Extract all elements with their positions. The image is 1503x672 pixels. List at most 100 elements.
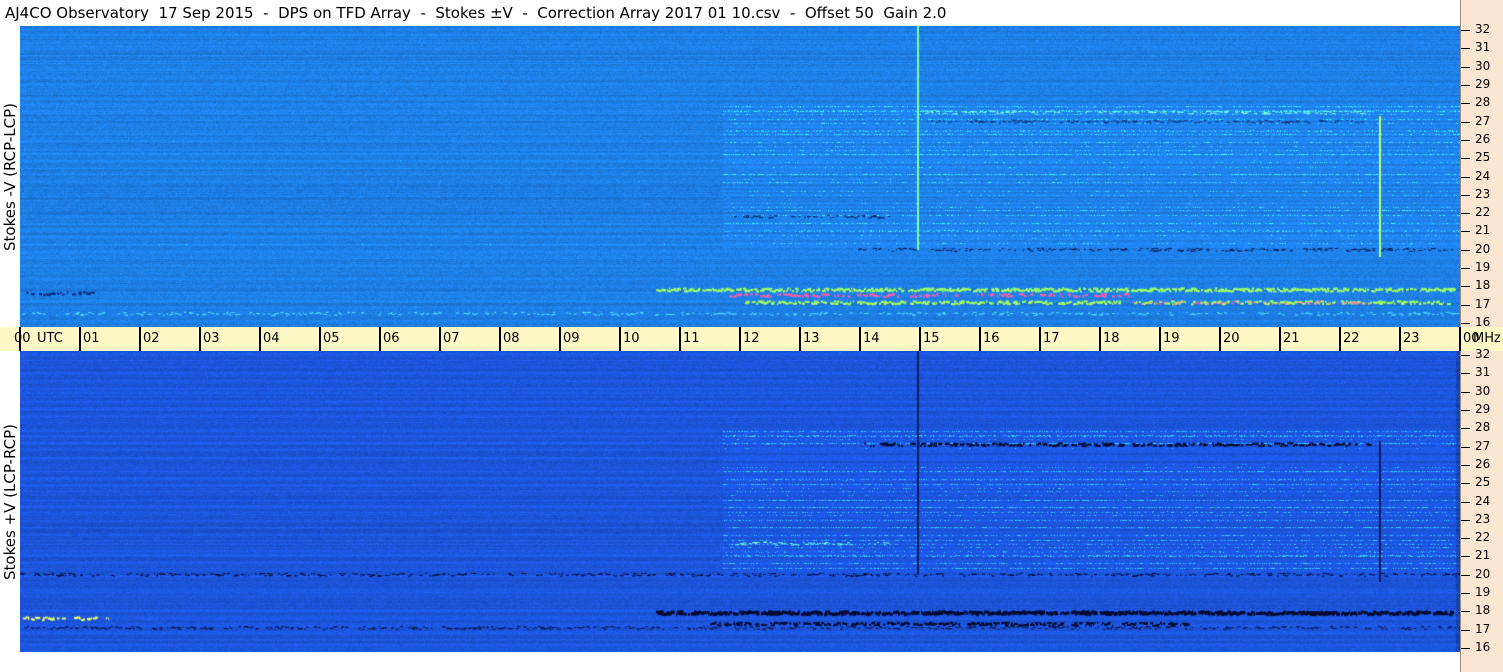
freq-tick-label: 27 bbox=[1475, 113, 1491, 128]
time-tick-mark bbox=[1399, 327, 1401, 351]
time-unit-label: UTC bbox=[37, 331, 63, 346]
ylabel-bottom: Stokes +V (LCP-RCP) bbox=[1, 423, 19, 580]
time-axis: 00 01 02 03 04 05 06 07 08 09 10 11 12 13 14 15 16 17 18 19… bbox=[0, 327, 1503, 351]
freq-tick-mark bbox=[1461, 373, 1470, 375]
time-tick-label: 17 bbox=[1043, 331, 1060, 346]
spectrogram-top bbox=[20, 26, 1460, 327]
freq-tick-label: 18 bbox=[1475, 603, 1491, 618]
time-tick-label: 20 bbox=[1223, 331, 1240, 346]
freq-tick-mark bbox=[1461, 483, 1470, 485]
freq-tick-mark bbox=[1461, 574, 1470, 576]
spectrogram-bottom-canvas bbox=[20, 351, 1460, 652]
time-tick-mark bbox=[559, 327, 561, 351]
time-tick-label: 18 bbox=[1103, 331, 1120, 346]
freq-tick-mark bbox=[1461, 355, 1470, 356]
freq-tick-label: 17 bbox=[1475, 621, 1491, 636]
freq-tick-label: 28 bbox=[1475, 420, 1491, 435]
time-tick-mark bbox=[799, 327, 801, 351]
time-tick-label: 03 bbox=[203, 331, 220, 346]
time-tick-mark bbox=[1279, 327, 1281, 351]
time-tick-mark bbox=[79, 327, 81, 351]
freq-tick-mark bbox=[1461, 286, 1470, 288]
freq-tick-label: 31 bbox=[1475, 365, 1491, 380]
freq-tick-mark bbox=[1461, 213, 1470, 215]
freq-tick-label: 26 bbox=[1475, 131, 1491, 146]
time-tick-mark bbox=[979, 327, 981, 351]
freq-tick-mark bbox=[1461, 611, 1470, 613]
time-tick-label: 22 bbox=[1343, 331, 1360, 346]
freq-tick-label: 32 bbox=[1475, 22, 1491, 36]
spectrogram-bottom bbox=[20, 351, 1460, 652]
time-tick-label: 08 bbox=[503, 331, 520, 346]
freq-tick-mark bbox=[1461, 501, 1470, 503]
freq-tick-mark bbox=[1461, 323, 1470, 324]
time-tick-mark bbox=[379, 327, 381, 351]
freq-tick-label: 30 bbox=[1475, 383, 1491, 398]
time-tick-mark bbox=[919, 327, 921, 351]
freq-tick-mark bbox=[1461, 139, 1470, 141]
time-tick-mark bbox=[319, 327, 321, 351]
freq-tick-label: 20 bbox=[1475, 566, 1491, 581]
time-tick-mark bbox=[1459, 327, 1461, 351]
freq-tick-label: 25 bbox=[1475, 475, 1491, 490]
freq-tick-label: 21 bbox=[1475, 223, 1491, 238]
freq-tick-mark bbox=[1461, 446, 1470, 448]
freq-tick-mark bbox=[1461, 84, 1470, 86]
time-tick-mark bbox=[199, 327, 201, 351]
time-tick-mark bbox=[739, 327, 741, 351]
time-tick-label: 21 bbox=[1283, 331, 1300, 346]
time-tick-mark bbox=[679, 327, 681, 351]
freq-tick-mark bbox=[1461, 48, 1470, 50]
freq-tick-mark bbox=[1461, 304, 1470, 306]
freq-tick-label: 32 bbox=[1475, 347, 1491, 361]
time-tick-label: 15 bbox=[923, 331, 940, 346]
time-tick-label: 07 bbox=[443, 331, 460, 346]
freq-tick-label: 19 bbox=[1475, 585, 1491, 600]
freq-tick-mark bbox=[1461, 391, 1470, 393]
freq-tick-mark bbox=[1461, 268, 1470, 270]
freq-axis-top: 32 31 30 29 28 27 26 25 24 23 22 21 20 19 18 17 16 bbox=[1460, 0, 1503, 329]
freq-tick-mark bbox=[1461, 556, 1470, 558]
freq-tick-mark bbox=[1461, 66, 1470, 68]
freq-tick-label: 17 bbox=[1475, 296, 1491, 311]
freq-tick-label: 21 bbox=[1475, 548, 1491, 563]
freq-tick-mark bbox=[1461, 428, 1470, 430]
freq-tick-label: 31 bbox=[1475, 40, 1491, 55]
freq-tick-mark bbox=[1461, 464, 1470, 466]
time-tick-mark bbox=[1099, 327, 1101, 351]
time-tick-label: 00 bbox=[14, 331, 31, 346]
time-tick-label: 04 bbox=[263, 331, 280, 346]
freq-tick-mark bbox=[1461, 158, 1470, 160]
freq-tick-label: 19 bbox=[1475, 260, 1491, 275]
time-tick-mark bbox=[499, 327, 501, 351]
freq-tick-mark bbox=[1461, 30, 1470, 31]
freq-tick-label: 30 bbox=[1475, 58, 1491, 73]
time-tick-label: 23 bbox=[1403, 331, 1420, 346]
freq-tick-mark bbox=[1461, 176, 1470, 178]
freq-tick-label: 22 bbox=[1475, 530, 1491, 545]
freq-tick-label: 29 bbox=[1475, 76, 1491, 91]
time-tick-label: 09 bbox=[563, 331, 580, 346]
time-tick-mark bbox=[259, 327, 261, 351]
freq-tick-mark bbox=[1461, 249, 1470, 251]
freq-tick-label: 18 bbox=[1475, 278, 1491, 293]
freq-tick-mark bbox=[1461, 648, 1470, 649]
freq-tick-mark bbox=[1461, 593, 1470, 595]
time-tick-mark bbox=[1219, 327, 1221, 351]
freq-tick-label: 16 bbox=[1475, 640, 1491, 654]
freq-tick-mark bbox=[1461, 538, 1470, 540]
freq-tick-label: 26 bbox=[1475, 456, 1491, 471]
time-tick-label: 13 bbox=[803, 331, 820, 346]
time-tick-label: 01 bbox=[83, 331, 100, 346]
spectrogram-top-canvas bbox=[20, 26, 1460, 327]
freq-tick-mark bbox=[1461, 629, 1470, 631]
freq-tick-label: 27 bbox=[1475, 438, 1491, 453]
time-tick-label: 05 bbox=[323, 331, 340, 346]
time-tick-label: 14 bbox=[863, 331, 880, 346]
freq-tick-mark bbox=[1461, 231, 1470, 233]
freq-tick-label: 23 bbox=[1475, 186, 1491, 201]
freq-tick-mark bbox=[1461, 519, 1470, 521]
freq-tick-label: 22 bbox=[1475, 205, 1491, 220]
time-tick-label: 02 bbox=[143, 331, 160, 346]
freq-tick-mark bbox=[1461, 103, 1470, 105]
